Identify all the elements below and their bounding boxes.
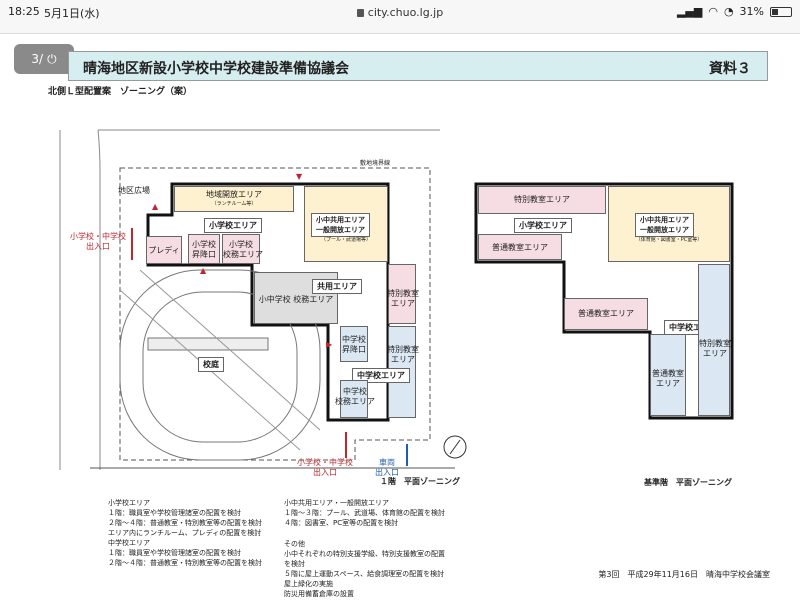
t-special-room-zone-2: 特別教室 エリア — [698, 264, 731, 416]
t-general-room-zone-1: 普通教室エリア — [478, 234, 562, 260]
t-shared-area-tag: 小中共用エリア 一般開放エリア — [635, 213, 694, 237]
t-shared-area-zone: 小中共用エリア 一般開放エリア （体育館・図書室・PC室等） — [608, 186, 730, 262]
t-elem-area-tag: 小学校エリア — [514, 218, 572, 233]
t-general-room-zone-3: 普通教室 エリア — [650, 334, 686, 416]
notes-elem: 小学校エリア １階：職員室や学校管理諸室の配置を検討 ２階〜４階：普通教室・特別… — [108, 499, 262, 538]
t-general-room-zone-2: 普通教室エリア — [564, 298, 648, 330]
t-special-room-label: 特別教室エリア — [514, 195, 570, 204]
t-general-room-label-1: 普通教室エリア — [492, 243, 548, 252]
t-general-room-label-2: 普通教室エリア — [578, 309, 634, 318]
notes-jhs: 中学校エリア １階：職員室や学校管理諸室の配置を検討 ２階〜４階：普通教室・特別… — [108, 539, 262, 568]
t-general-room-label-3: 普通教室 エリア — [652, 369, 684, 388]
footer-meeting-info: 第3回 平成29年11月16日 晴海中学校会議室 — [598, 570, 770, 579]
typical-floor-caption: 基準階 平面ゾーニング — [644, 478, 732, 487]
notes-shared: 小中共用エリア・一般開放エリア １階〜３階：プール、武道場、体育館の配置を検討 … — [284, 499, 445, 599]
t-special-room-label-2: 特別教室 エリア — [699, 339, 731, 358]
t-special-room-zone: 特別教室エリア — [478, 186, 606, 214]
t-shared-area-sub: （体育館・図書室・PC室等） — [635, 237, 703, 243]
